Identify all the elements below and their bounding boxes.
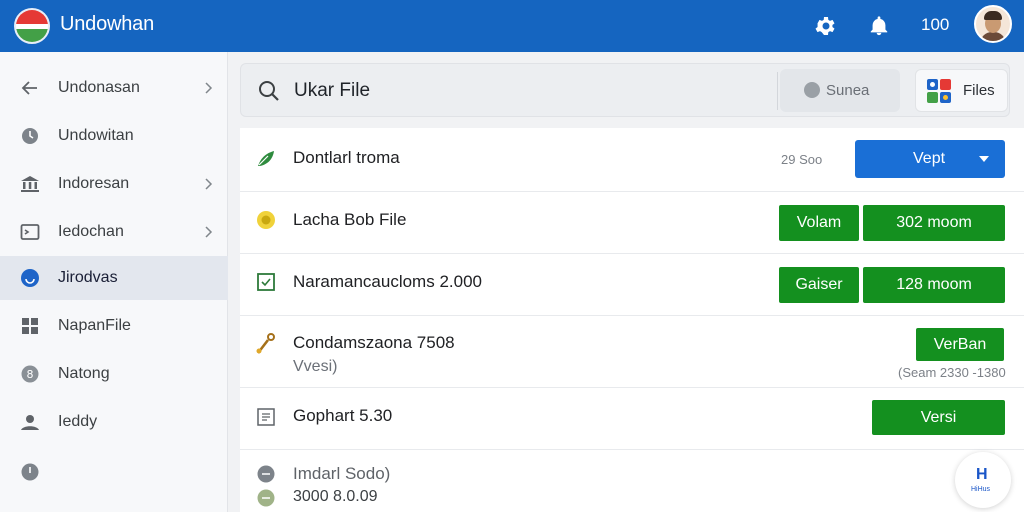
sidebar-item-iedochan[interactable]: Iedochan	[0, 210, 228, 254]
check-square-icon	[254, 270, 278, 294]
tag-button[interactable]: Gaiser	[779, 267, 859, 303]
circle-icon	[254, 486, 278, 510]
floating-action-button[interactable]: H HiHus	[955, 452, 1011, 508]
list-item[interactable]: Gophart 5.30 Versi	[240, 388, 1024, 450]
chevron-right-icon	[201, 225, 215, 239]
file-meta: (Seam 2330 -1380	[898, 365, 1006, 380]
sidebar-item-label: Natong	[58, 365, 110, 382]
file-title: Condamszaona 7508	[293, 333, 455, 352]
search-bar: Ukar File Sunea Files	[240, 63, 1010, 117]
sidebar-item-indoresan[interactable]: Indoresan	[0, 162, 228, 206]
sidebar-item-label: Undowitan	[58, 127, 134, 144]
file-list: Dontlarl troma 29 Soo Vept Lacha Bob Fil…	[240, 128, 1024, 512]
document-icon	[254, 405, 278, 429]
svg-text:8: 8	[27, 368, 34, 381]
vept-dropdown-button[interactable]: Vept	[855, 140, 1005, 178]
sidebar-item-undowitan[interactable]: Undowitan	[0, 114, 228, 158]
circle-badge-icon	[18, 266, 42, 290]
sidebar-item-label: Indoresan	[58, 175, 130, 192]
bank-icon	[18, 172, 42, 196]
fab-caption: HiHus	[971, 486, 991, 493]
power-icon	[18, 460, 42, 484]
bell-icon[interactable]	[865, 12, 893, 40]
sidebar-item-label: Undonasan	[58, 79, 140, 96]
files-label: Files	[963, 82, 995, 99]
button-label: Vept	[913, 150, 946, 167]
list-item[interactable]: Lacha Bob File Volam 302 moom	[240, 192, 1024, 254]
chevron-down-icon	[979, 156, 989, 162]
divider	[777, 72, 778, 110]
person-icon	[18, 410, 42, 434]
search-icon[interactable]	[257, 79, 281, 108]
sidebar-item-label: Iedochan	[58, 223, 124, 240]
size-button[interactable]: 302 moom	[863, 205, 1005, 241]
list-item[interactable]: Naramancaucloms 2.000 Gaiser 128 moom	[240, 254, 1024, 316]
grid-icon	[18, 314, 42, 338]
terminal-icon	[18, 220, 42, 244]
file-title: Lacha Bob File	[293, 210, 407, 229]
leaf-icon	[254, 146, 278, 170]
flag-logo-icon[interactable]	[14, 8, 50, 44]
version-button[interactable]: VerBan	[916, 328, 1004, 361]
fab-glyph: H	[976, 466, 988, 483]
sidebar-item-jirodvas[interactable]: Jirodvas	[0, 256, 228, 300]
circle-icon	[254, 462, 278, 486]
list-item[interactable]: Condamszaona 7508 Vvesi) VerBan (Seam 23…	[240, 316, 1024, 388]
tag-button[interactable]: Volam	[779, 205, 859, 241]
sidebar-item-label: Jirodvas	[58, 269, 118, 286]
app-title: Undowhan	[60, 13, 155, 35]
file-title: Gophart 5.30	[293, 406, 393, 425]
arrow-left-icon	[18, 76, 42, 100]
coin-icon	[254, 208, 278, 232]
file-subtitle: 3000 8.0.09	[293, 488, 378, 505]
file-title: Dontlarl troma	[293, 148, 400, 167]
tool-icon	[254, 332, 278, 356]
file-title: Naramancaucloms 2.000	[293, 272, 482, 291]
info-circle-icon: 8	[18, 362, 42, 386]
search-filter-chip[interactable]: Sunea	[780, 69, 900, 112]
size-button[interactable]: 128 moom	[863, 267, 1005, 303]
clock-icon	[18, 124, 42, 148]
sidebar-item-power[interactable]	[0, 450, 228, 494]
file-date: 29 Soo	[781, 152, 823, 167]
chevron-right-icon	[201, 177, 215, 191]
notification-count: 100	[921, 15, 950, 34]
pin-icon	[804, 82, 820, 98]
list-item[interactable]: Imdarl Sodo) 3000 8.0.09	[240, 450, 1024, 512]
sidebar-item-label: NapanFile	[58, 317, 131, 334]
avatar[interactable]	[974, 5, 1012, 43]
sidebar-item-natong[interactable]: 8 Natong	[0, 352, 228, 396]
chip-label: Sunea	[826, 82, 870, 99]
chevron-right-icon	[201, 81, 215, 95]
file-title: Imdarl Sodo)	[293, 464, 391, 483]
gear-icon[interactable]	[811, 12, 839, 40]
file-subtitle: Vvesi)	[293, 358, 338, 375]
sidebar-item-undonasan[interactable]: Undonasan	[0, 66, 228, 110]
sidebar-item-ieddy[interactable]: Ieddy	[0, 400, 228, 444]
search-input[interactable]: Ukar File	[294, 80, 370, 102]
sidebar: Undonasan Undowitan Indoresan Iedochan J…	[0, 52, 228, 512]
top-app-bar: Undowhan 100	[0, 0, 1024, 52]
apps-grid-icon	[926, 78, 952, 104]
list-item[interactable]: Dontlarl troma 29 Soo Vept	[240, 128, 1024, 192]
version-button[interactable]: Versi	[872, 400, 1005, 435]
sidebar-item-napanfile[interactable]: NapanFile	[0, 304, 228, 348]
sidebar-item-label: Ieddy	[58, 413, 98, 430]
files-button[interactable]: Files	[915, 69, 1008, 112]
